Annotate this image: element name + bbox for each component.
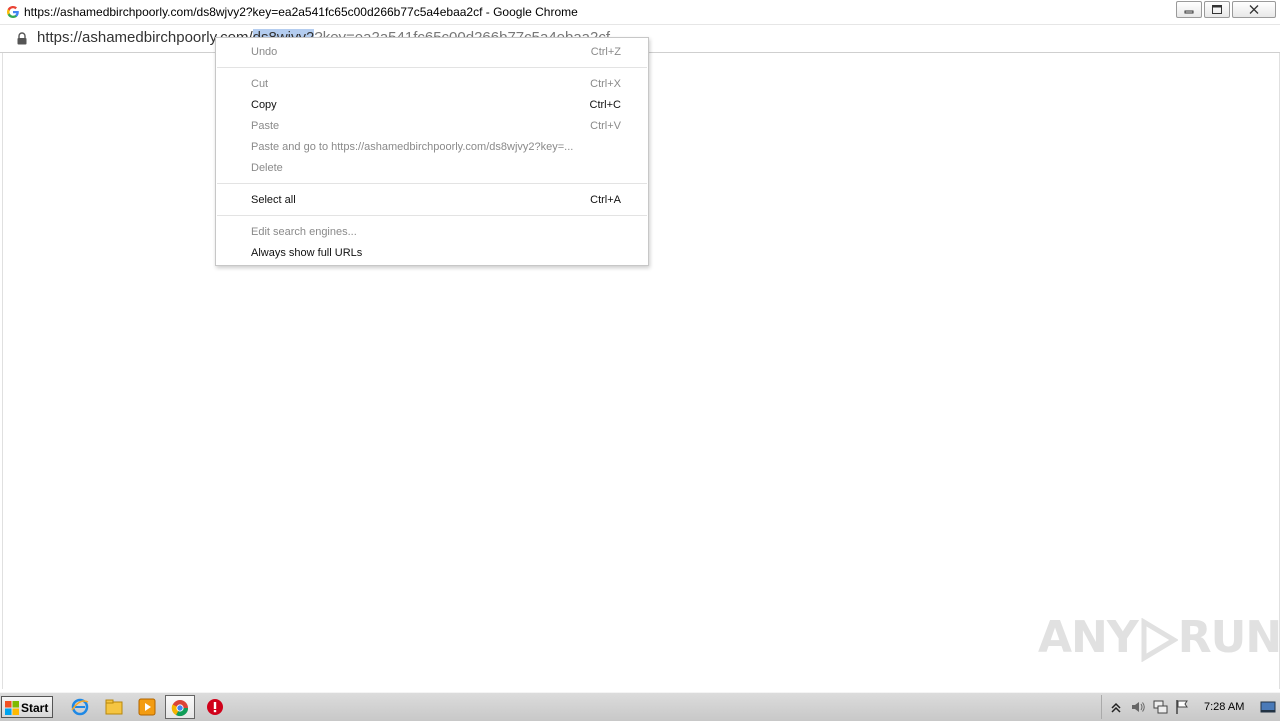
taskbar-chrome-button[interactable] (165, 695, 195, 719)
file-explorer-icon[interactable] (104, 698, 124, 716)
menu-item-shortcut: Ctrl+X (590, 78, 621, 90)
menu-item-shortcut: Ctrl+A (590, 194, 621, 206)
menu-item-label: Paste and go to https://ashamedbirchpoor… (251, 141, 574, 153)
stop-icon[interactable] (205, 698, 225, 716)
menu-item-paste[interactable]: Paste Ctrl+V (216, 116, 648, 137)
start-button[interactable]: Start (1, 696, 53, 718)
window-controls (1174, 1, 1276, 18)
context-menu: Undo Ctrl+Z Cut Ctrl+X Copy Ctrl+C Paste… (215, 37, 649, 266)
minimize-icon (1184, 10, 1194, 13)
menu-item-label: Delete (251, 162, 283, 174)
menu-item-label: Undo (251, 46, 278, 58)
restore-icon (1212, 5, 1222, 14)
play-triangle-icon (1141, 618, 1178, 662)
close-icon (1249, 5, 1259, 14)
clock[interactable]: 7:28 AM (1204, 701, 1244, 713)
action-center-flag-icon[interactable] (1174, 699, 1190, 715)
menu-item-undo[interactable]: Undo Ctrl+Z (216, 42, 648, 63)
start-label: Start (21, 701, 49, 715)
menu-item-shortcut: Ctrl+Z (590, 46, 621, 58)
watermark-text-left: ANY (1038, 612, 1139, 663)
menu-item-edit-search-engines[interactable]: Edit search engines... (216, 222, 648, 243)
menu-item-copy[interactable]: Copy Ctrl+C (216, 95, 648, 116)
menu-item-shortcut: Ctrl+C (589, 99, 621, 111)
menu-item-label: Copy (251, 99, 277, 111)
taskbar: Start 7:28 AM (0, 692, 1280, 721)
internet-explorer-icon[interactable] (70, 698, 90, 716)
menu-separator (217, 183, 647, 184)
menu-item-label: Paste (251, 120, 280, 132)
network-icon[interactable] (1152, 699, 1168, 715)
window-title: https://ashamedbirchpoorly.com/ds8wjvy2?… (24, 5, 578, 19)
menu-item-paste-and-go[interactable]: Paste and go to https://ashamedbirchpoor… (216, 137, 648, 158)
show-hidden-icons-icon[interactable] (1108, 699, 1124, 715)
windows-logo-icon (5, 701, 19, 715)
media-player-icon[interactable] (137, 698, 157, 716)
watermark-text-right: RUN (1177, 612, 1280, 663)
menu-item-delete[interactable]: Delete (216, 158, 648, 179)
menu-item-label: Cut (251, 78, 269, 90)
menu-item-label: Edit search engines... (251, 226, 357, 238)
menu-item-always-show-full-urls[interactable]: Always show full URLs (216, 243, 648, 264)
menu-item-shortcut: Ctrl+V (590, 120, 621, 132)
google-g-icon (7, 6, 19, 18)
show-desktop-icon[interactable] (1260, 699, 1276, 715)
lock-icon[interactable] (16, 32, 28, 45)
menu-item-label: Always show full URLs (251, 247, 363, 259)
menu-item-cut[interactable]: Cut Ctrl+X (216, 74, 648, 95)
menu-item-label: Select all (251, 194, 296, 206)
maximize-button[interactable] (1204, 1, 1230, 18)
system-tray: 7:28 AM (1101, 695, 1280, 719)
window-title-bar[interactable]: https://ashamedbirchpoorly.com/ds8wjvy2?… (0, 0, 1280, 25)
minimize-button[interactable] (1176, 1, 1202, 18)
speaker-icon[interactable] (1130, 699, 1146, 715)
chrome-icon (171, 700, 189, 717)
anyrun-watermark: ANY RUN (1038, 612, 1280, 672)
close-button[interactable] (1232, 1, 1276, 18)
menu-separator (217, 67, 647, 68)
menu-separator (217, 215, 647, 216)
menu-item-select-all[interactable]: Select all Ctrl+A (216, 190, 648, 211)
